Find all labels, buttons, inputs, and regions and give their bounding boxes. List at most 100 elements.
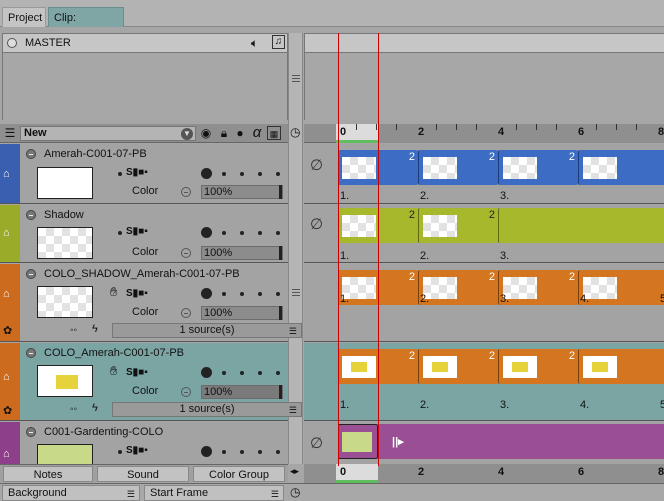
layer-type-dropdown[interactable]: New ▼ (20, 126, 196, 141)
collapse-button[interactable] (26, 427, 36, 437)
palette-icon[interactable]: ✿ (3, 324, 12, 337)
cell-block[interactable]: 2 (418, 270, 498, 305)
tag-icon[interactable]: ⌂ (3, 227, 10, 239)
timeline-track[interactable]: ∅ 2 2 1. 2. 3. (304, 205, 664, 263)
sources-dropdown[interactable]: 1 source(s) ☰ (112, 402, 302, 417)
frame-label: 5 (660, 293, 664, 305)
cell-thumbnail (342, 215, 376, 237)
layer-color-stripe: ⌂ (0, 205, 20, 262)
collapse-button[interactable] (26, 348, 36, 358)
timeline-track[interactable]: 2 2 2 1. 2. 3. 4. 5 (304, 343, 664, 421)
layer-row[interactable]: ⌂ Amerah-C001-07-PB S▮■▪ Color 100% (0, 144, 288, 204)
bottom-ruler[interactable]: 0 2 4 6 8 (336, 464, 664, 483)
opacity-minus-icon[interactable] (181, 387, 191, 397)
frame-label: 3. (500, 293, 510, 305)
cell-block[interactable]: 2 (418, 349, 498, 384)
cell-block[interactable]: 2 (418, 150, 498, 185)
clock-icon[interactable]: ◷ (290, 125, 300, 139)
layer-row[interactable]: ⌂ ✿ COLO_SHADOW_Amerah-C001-07-PB ✋︎ S▮■… (0, 264, 302, 342)
sources-dropdown[interactable]: 1 source(s) ☰ (112, 323, 302, 338)
cell-block[interactable]: 2 (498, 349, 578, 384)
cell-block[interactable] (578, 270, 664, 305)
tab-color-group[interactable]: Color Group (193, 466, 285, 482)
music-note-icon[interactable]: ♫ (272, 35, 285, 49)
record-dot-icon[interactable] (201, 227, 212, 238)
panel-splitter[interactable] (288, 33, 303, 464)
lightbulb-icon[interactable]: ● (233, 126, 247, 140)
collapse-button[interactable] (26, 210, 36, 220)
ruler-label: 0 (340, 126, 347, 138)
cell-block[interactable] (338, 424, 378, 459)
start-frame-dropdown[interactable]: Start Frame ☰ (144, 485, 284, 501)
timeline-track[interactable]: ∅ 2 2 2 1. 2. 3. (304, 144, 664, 204)
sync-icon[interactable]: S▮■▪ (126, 288, 148, 299)
frame-label: 3. (500, 250, 510, 262)
cell-block[interactable]: 2 (418, 208, 498, 243)
cell-exposure: 2 (408, 350, 415, 362)
timeline-track[interactable]: 2 2 2 1. 2. 3. 4. 5 (304, 264, 664, 342)
record-dot-icon[interactable] (201, 446, 212, 457)
glasses-icon[interactable]: ◦◦ (70, 325, 77, 336)
eye-icon[interactable]: ◉ (199, 126, 213, 140)
opacity-minus-icon[interactable] (181, 187, 191, 197)
cell-block[interactable] (498, 208, 664, 243)
opacity-minus-icon[interactable] (181, 248, 191, 258)
cell-block[interactable] (578, 150, 664, 185)
layer-row[interactable]: ⌂ C001-Gardenting-COLO S▮■▪ (0, 422, 288, 464)
opacity-field[interactable]: 100% (201, 185, 283, 199)
layer-thumbnail (37, 444, 93, 464)
tag-icon[interactable]: ⌂ (3, 288, 10, 300)
record-dot-icon[interactable] (201, 288, 212, 299)
timer-icon[interactable]: ◷ (290, 485, 300, 499)
timeline-track[interactable]: ∅ ||▸ (304, 422, 664, 464)
cell-block[interactable] (578, 349, 664, 384)
tab-bar: Project Clip: Timeline (0, 0, 664, 44)
lightning-icon[interactable]: ϟ (92, 323, 98, 335)
master-track-header: MASTER 🔈︎ ♫ (2, 33, 288, 53)
frame-label: 1. (340, 399, 350, 411)
tab-notes[interactable]: Notes (3, 466, 93, 482)
tag-icon[interactable]: ⌂ (3, 448, 10, 460)
sources-label: 1 source(s) (179, 403, 235, 415)
speaker-icon[interactable]: 🔈︎ (251, 36, 258, 51)
sync-icon[interactable]: S▮■▪ (126, 445, 148, 456)
record-dot-icon[interactable] (201, 367, 212, 378)
sync-icon[interactable]: S▮■▪ (126, 167, 148, 178)
alpha-icon[interactable]: α (250, 125, 264, 140)
opacity-field[interactable]: 100% (201, 246, 283, 260)
lock-icon[interactable]: 🔒︎ (217, 126, 231, 140)
grid-icon[interactable]: ▦ (267, 126, 281, 140)
bottom-tab-bar: Notes Sound Color Group (0, 464, 288, 482)
cell-block[interactable]: 2 (498, 150, 578, 185)
glasses-icon[interactable]: ◦◦ (70, 404, 77, 415)
empty-cell-icon: ∅ (310, 435, 324, 452)
sync-icon[interactable]: S▮■▪ (126, 367, 148, 378)
lightning-icon[interactable]: ϟ (92, 402, 98, 414)
master-toggle-icon[interactable] (7, 38, 17, 48)
opacity-minus-icon[interactable] (181, 308, 191, 318)
chevron-down-icon[interactable]: ▼ (181, 128, 193, 140)
sync-icon[interactable]: S▮■▪ (126, 226, 148, 237)
collapse-button[interactable] (26, 269, 36, 279)
resize-arrows-icon[interactable]: ◂▸ (290, 466, 299, 477)
record-dot-icon[interactable] (201, 168, 212, 179)
top-ruler[interactable]: 0 2 4 6 8 (336, 124, 664, 143)
layer-row[interactable]: ⌂ ✿ COLO_Amerah-C001-07-PB ✋︎ S▮■▪ Color… (0, 343, 302, 421)
tag-icon[interactable]: ⌂ (3, 371, 10, 383)
hand-icon[interactable]: ✋︎ (110, 363, 117, 379)
tag-icon[interactable]: ⌂ (3, 168, 10, 180)
tab-clip-timeline[interactable]: Clip: Timeline (48, 7, 124, 44)
layer-row[interactable]: ⌂ Shadow S▮■▪ Color 100% (0, 205, 288, 263)
opacity-field[interactable]: 100% (201, 306, 283, 320)
cell-block[interactable]: 2 (498, 270, 578, 305)
tab-sound[interactable]: Sound (97, 466, 189, 482)
hand-icon[interactable]: ✋︎ (110, 284, 117, 300)
hold-arrow-icon: ||▸ (392, 436, 404, 448)
layers-icon[interactable]: ☰ (3, 126, 17, 140)
background-dropdown[interactable]: Background ☰ (2, 485, 140, 501)
cell-hold[interactable]: ||▸ (378, 424, 664, 459)
palette-icon[interactable]: ✿ (3, 404, 12, 417)
tab-project[interactable]: Project (2, 7, 46, 27)
collapse-button[interactable] (26, 149, 36, 159)
opacity-field[interactable]: 100% (201, 385, 283, 399)
